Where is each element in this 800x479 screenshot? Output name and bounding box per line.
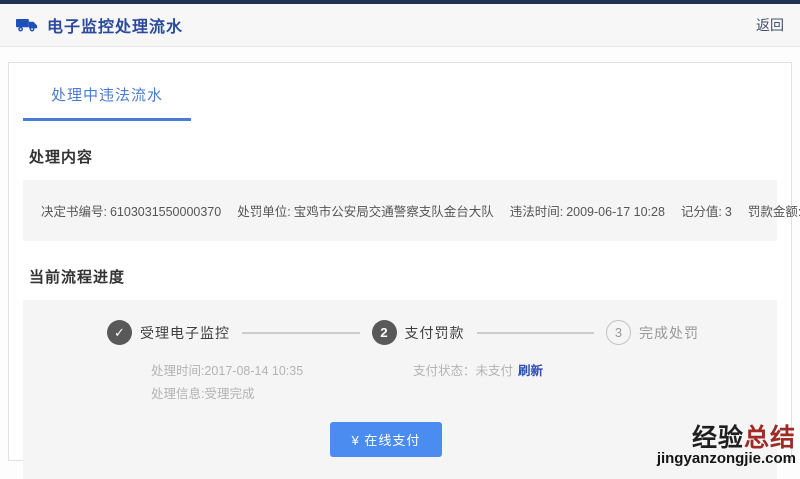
back-link[interactable]: 返回 <box>756 15 784 35</box>
step-number-badge: 2 <box>372 320 397 345</box>
step-accept-monitoring: ✓ 受理电子监控 <box>107 320 230 345</box>
page-title: 电子监控处理流水 <box>47 13 183 37</box>
step-number-badge: 3 <box>606 320 631 345</box>
content-section-heading: 处理内容 <box>29 146 791 167</box>
check-icon: ✓ <box>107 320 132 345</box>
step-connector <box>242 332 360 334</box>
step-pay-fine: 2 支付罚款 <box>372 320 465 345</box>
processing-time: 处理时间:2017-08-14 10:35 <box>151 360 413 383</box>
page-header: 电子监控处理流水 返回 <box>0 4 800 47</box>
payment-status: 支付状态：未支付 <box>413 364 513 378</box>
field-points: 记分值:3 <box>681 201 732 220</box>
step-connector <box>477 332 595 334</box>
pay-button-row: ¥ 在线支付 <box>23 422 777 457</box>
refresh-link[interactable]: 刷新 <box>518 364 543 378</box>
step2-details: 支付状态：未支付刷新 <box>413 360 543 406</box>
progress-section-heading: 当前流程进度 <box>29 266 791 287</box>
progress-panel: ✓ 受理电子监控 2 支付罚款 3 完成处罚 处理时间:2017-08-14 1… <box>23 300 777 479</box>
step-complete-penalty: 3 完成处罚 <box>606 320 699 345</box>
step1-details: 处理时间:2017-08-14 10:35 处理信息:受理完成 <box>151 360 413 406</box>
processing-info: 处理信息:受理完成 <box>151 383 413 406</box>
step-tracker: ✓ 受理电子监控 2 支付罚款 3 完成处罚 <box>23 320 777 345</box>
online-pay-button[interactable]: ¥ 在线支付 <box>330 422 443 457</box>
field-fine-amount: 罚款金额:100 <box>748 201 800 220</box>
main-card: 处理中违法流水 处理内容 决定书编号:6103031550000370 处罚单位… <box>8 62 792 461</box>
step-details-row: 处理时间:2017-08-14 10:35 处理信息:受理完成 支付状态：未支付… <box>23 360 777 406</box>
field-penalty-unit: 处罚单位:宝鸡市公安局交通警察支队金台大队 <box>237 201 494 220</box>
field-decision-number: 决定书编号:6103031550000370 <box>41 201 221 220</box>
tab-processing-violations[interactable]: 处理中违法流水 <box>23 84 191 121</box>
violation-detail-box: 决定书编号:6103031550000370 处罚单位:宝鸡市公安局交通警察支队… <box>23 180 777 241</box>
truck-icon <box>16 17 38 33</box>
field-violation-time: 违法时间:2009-06-17 10:28 <box>510 201 665 220</box>
